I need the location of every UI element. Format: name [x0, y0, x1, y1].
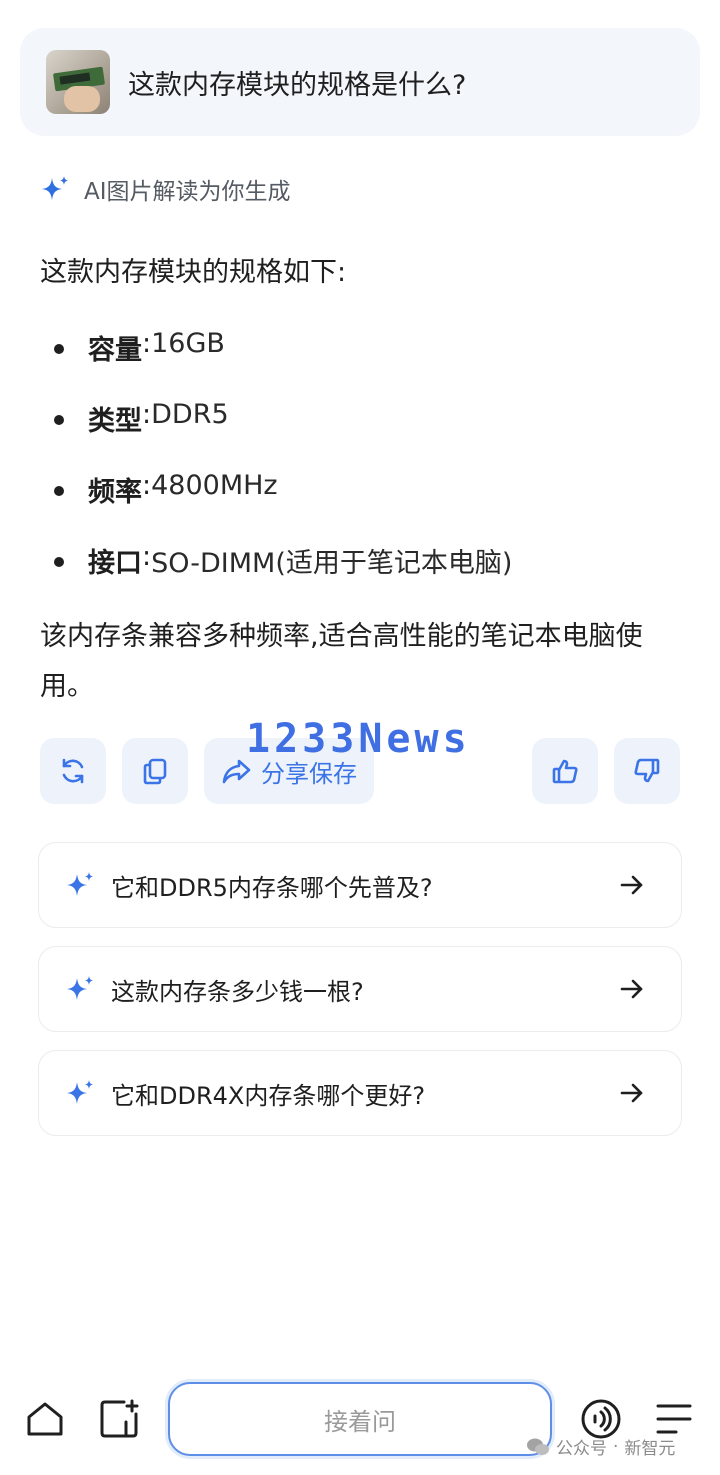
source-account: 公众号 — [556, 1439, 607, 1459]
suggestion-item[interactable]: 它和DDR4X内存条哪个更好? — [38, 1050, 682, 1136]
arrow-right-icon — [620, 979, 643, 999]
bullet — [54, 344, 64, 354]
spec-list: 容量: 16GB 类型: DDR5 频率: 4800MHz 接口: SO-DIM… — [54, 328, 512, 612]
regenerate-button[interactable] — [40, 738, 106, 804]
copy-icon — [143, 758, 167, 785]
sparkle-icon — [67, 1080, 93, 1104]
new-chat-icon — [100, 1399, 139, 1438]
spec-item-frequency: 频率: 4800MHz — [54, 470, 512, 541]
source-dot: · — [613, 1436, 619, 1457]
ai-tag-label: AI图片解读为你生成 — [84, 179, 291, 205]
home-button[interactable] — [24, 1398, 66, 1444]
dislike-button[interactable] — [614, 738, 680, 804]
spec-item-interface: 接口: SO-DIMM(适用于笔记本电脑) — [54, 541, 512, 612]
spec-key: 接口 — [88, 548, 142, 579]
follow-up-placeholder: 接着问 — [324, 1407, 396, 1436]
user-query-bubble: 这款内存模块的规格是什么? — [20, 28, 700, 136]
answer-note: 该内存条兼容多种频率,适合高性能的笔记本电脑使用。 — [40, 621, 643, 702]
spec-separator: : — [142, 328, 152, 359]
source-watermark: 公众号 · 新智元 — [526, 1434, 675, 1459]
spec-key: 频率 — [88, 477, 142, 508]
arrow-right-icon — [620, 875, 643, 895]
arrow-right-icon — [620, 1083, 643, 1103]
query-image-thumbnail[interactable] — [46, 50, 110, 114]
spec-item-capacity: 容量: 16GB — [54, 328, 512, 399]
spec-separator: : — [142, 470, 152, 501]
bullet — [54, 486, 64, 496]
like-button[interactable] — [532, 738, 598, 804]
suggestion-item[interactable]: 这款内存条多少钱一根? — [38, 946, 682, 1032]
spec-separator: : — [142, 399, 152, 430]
suggestion-item[interactable]: 它和DDR5内存条哪个先普及? — [38, 842, 682, 928]
spec-value: SO-DIMM(适用于笔记本电脑) — [151, 548, 513, 579]
sparkle-icon — [67, 872, 93, 896]
spec-key: 类型 — [88, 406, 142, 437]
wechat-icon — [527, 1438, 549, 1455]
spec-separator: : — [142, 541, 152, 572]
new-chat-button[interactable] — [98, 1398, 140, 1444]
ai-generated-tag: AI图片解读为你生成 — [40, 172, 291, 206]
copy-button[interactable] — [122, 738, 188, 804]
bullet — [54, 415, 64, 425]
spec-value: DDR5 — [151, 399, 229, 430]
suggestion-text: 这款内存条多少钱一根? — [111, 977, 364, 1006]
bullet — [54, 557, 64, 567]
thumbs-down-icon — [634, 758, 660, 783]
thumbs-up-icon — [552, 759, 578, 784]
query-text: 这款内存模块的规格是什么? — [128, 69, 467, 101]
suggestion-text: 它和DDR4X内存条哪个更好? — [111, 1081, 426, 1110]
source-name: 新智元 — [624, 1439, 676, 1459]
spec-value: 4800MHz — [151, 470, 278, 501]
follow-up-input[interactable]: 接着问 — [168, 1382, 552, 1456]
suggestion-text: 它和DDR5内存条哪个先普及? — [111, 873, 433, 902]
spec-item-type: 类型: DDR5 — [54, 399, 512, 470]
refresh-icon — [62, 758, 84, 784]
home-icon — [27, 1402, 63, 1436]
sparkle-icon — [67, 976, 93, 1000]
spec-value: 16GB — [151, 328, 225, 359]
answer-intro: 这款内存模块的规格如下: — [40, 257, 347, 288]
sparkle-icon — [42, 176, 68, 200]
spec-key: 容量 — [88, 335, 142, 366]
watermark: 1233News — [246, 716, 471, 762]
